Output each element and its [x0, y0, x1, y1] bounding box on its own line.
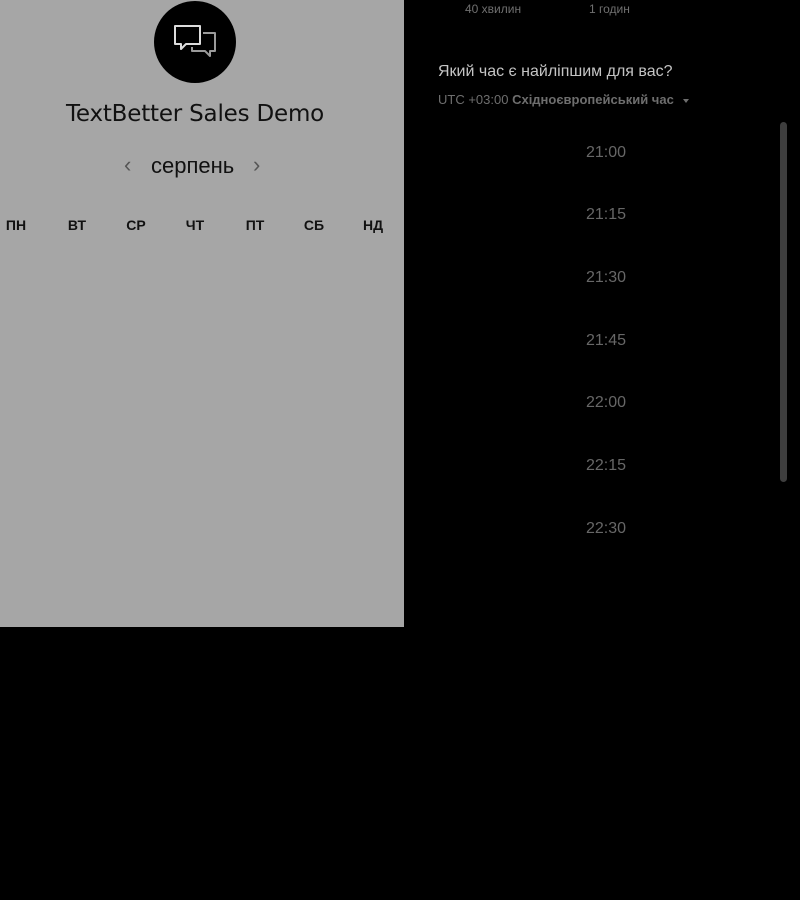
business-avatar [154, 1, 236, 83]
booking-page: TextBetter Sales Demo ‹ серпень › ПН ВТ … [0, 0, 800, 900]
business-title: TextBetter Sales Demo [65, 101, 325, 127]
caret-down-icon [683, 98, 690, 103]
timezone-offset: UTC +03:00 [438, 92, 509, 107]
time-slot[interactable]: 21:00 [420, 138, 790, 168]
time-slot[interactable]: 21:30 [420, 263, 790, 293]
duration-tabs: 40 хвилин 1 годин [404, 0, 800, 20]
weekday-label: ПН [5, 217, 27, 233]
time-slot-list: 21:00 21:15 21:30 21:45 22:00 22:15 22:3… [420, 122, 790, 602]
weekday-label: ПТ [245, 217, 265, 233]
time-question-heading: Який час є найліпшим для вас? [438, 63, 673, 80]
month-navigation: ‹ серпень › [120, 150, 270, 182]
weekday-label: СБ [303, 217, 325, 233]
month-label: серпень [151, 153, 235, 178]
timezone-selector[interactable]: UTC +03:00 Східноєвропейський час [438, 92, 690, 107]
chat-bubbles-icon [174, 25, 216, 57]
duration-tab-1-hour[interactable]: 1 годин [589, 2, 630, 16]
weekday-label: НД [362, 217, 384, 233]
time-slot[interactable]: 21:15 [420, 200, 790, 230]
weekday-header: ПН ВТ СР ЧТ ПТ СБ НД [0, 217, 404, 235]
chevron-left-icon[interactable]: ‹ [124, 152, 131, 178]
time-slot[interactable]: 22:30 [420, 514, 790, 544]
timezone-name: Східноєвропейський час [512, 92, 674, 107]
duration-tab-40-min[interactable]: 40 хвилин [465, 2, 521, 16]
time-slot[interactable]: 22:00 [420, 388, 790, 418]
weekday-label: ВТ [67, 217, 87, 233]
time-slot[interactable]: 21:45 [420, 326, 790, 356]
weekday-label: СР [126, 217, 146, 233]
time-slot[interactable]: 22:15 [420, 451, 790, 481]
weekday-label: ЧТ [185, 217, 205, 233]
chevron-right-icon[interactable]: › [253, 152, 260, 178]
time-list-scrollbar[interactable] [780, 122, 787, 482]
business-panel: TextBetter Sales Demo ‹ серпень › ПН ВТ … [0, 0, 404, 627]
